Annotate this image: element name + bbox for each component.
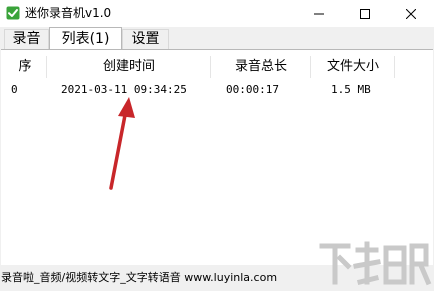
recording-list[interactable]: 序 创建时间 录音总长 文件大小 0 2021-03-11 09:34:25 0…: [5, 54, 395, 254]
close-icon: [406, 8, 416, 19]
tab-record[interactable]: 录音: [4, 29, 49, 49]
status-text: 录音啦_音频/视频转文字_文字转语音 www.luyinla.com: [1, 271, 278, 284]
tab-list[interactable]: 列表(1): [49, 27, 122, 49]
row-file-size: 1.5 MB: [331, 83, 371, 96]
status-bar: 录音啦_音频/视频转文字_文字转语音 www.luyinla.com: [0, 265, 434, 291]
checkmark-app-icon: [6, 6, 20, 20]
row-index: 0: [11, 83, 18, 96]
list-header: 序 创建时间 录音总长 文件大小: [5, 54, 395, 80]
title-bar[interactable]: 迷你录音机v1.0: [0, 0, 434, 27]
column-header-index[interactable]: 序: [5, 54, 45, 80]
tab-strip: 录音 列表(1) 设置: [0, 27, 434, 49]
column-divider: [394, 56, 395, 78]
close-button[interactable]: [388, 0, 434, 27]
window-title: 迷你录音机v1.0: [25, 6, 112, 20]
maximize-icon: [360, 8, 370, 19]
tab-settings[interactable]: 设置: [122, 29, 169, 49]
app-window: 迷你录音机v1.0 录音 列表(1) 设置 序 创建时间 录音总长 文件大小 0…: [0, 0, 434, 291]
row-duration: 00:00:17: [226, 83, 279, 96]
column-header-created-time[interactable]: 创建时间: [47, 54, 211, 80]
maximize-button[interactable]: [342, 0, 388, 27]
list-panel: 序 创建时间 录音总长 文件大小 0 2021-03-11 09:34:25 0…: [1, 49, 433, 265]
minimize-button[interactable]: [296, 0, 342, 27]
minimize-icon: [314, 13, 324, 14]
list-row[interactable]: 0 2021-03-11 09:34:25 00:00:17 1.5 MB: [5, 81, 395, 99]
column-header-duration[interactable]: 录音总长: [211, 54, 311, 80]
row-created-time: 2021-03-11 09:34:25: [61, 83, 187, 96]
column-header-file-size[interactable]: 文件大小: [311, 54, 395, 80]
